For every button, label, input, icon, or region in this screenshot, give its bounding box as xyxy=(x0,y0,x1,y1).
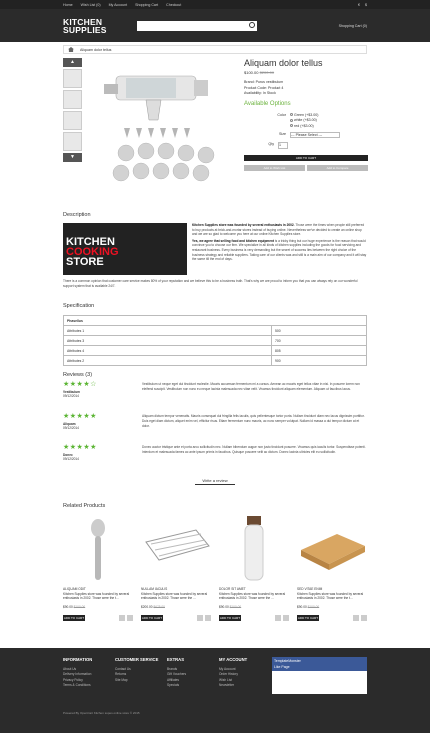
product-image[interactable] xyxy=(297,512,367,582)
review: ★★★★★ Aliquam 09/12/2014 Aliquam dictum t… xyxy=(63,413,367,430)
top-link-wishlist[interactable]: Wish List (0) xyxy=(81,3,101,7)
compare-icon[interactable] xyxy=(361,615,367,622)
thumbnail[interactable] xyxy=(63,111,82,130)
search-icon[interactable] xyxy=(248,21,255,28)
home-icon[interactable] xyxy=(68,47,74,52)
product-image[interactable] xyxy=(63,512,133,582)
size-select[interactable]: --- Please Select --- xyxy=(290,132,340,138)
spec-table: Phasellus Attributes 1 500 Attributes 3 70… xyxy=(63,315,367,366)
compare-icon[interactable] xyxy=(205,615,211,622)
footer-link[interactable]: Site Map xyxy=(115,678,158,684)
product-title: Aliquam dolor tellus xyxy=(244,58,323,68)
wishlist-icon[interactable] xyxy=(197,615,203,622)
options-title: Available Options xyxy=(244,100,291,107)
wishlist-icon[interactable] xyxy=(275,615,281,622)
cart-button[interactable]: Shopping Cart (0) xyxy=(339,24,367,28)
facebook-widget[interactable]: TemplateMonster Like Page xyxy=(272,657,367,694)
language-selector[interactable]: $ xyxy=(365,3,367,7)
add-to-cart-button[interactable]: ADD TO CART xyxy=(297,615,319,622)
size-option: Size --- Please Select --- xyxy=(244,132,368,138)
description-footer-text: There is a common opinion that customer … xyxy=(63,279,358,288)
related-product: SED VITAE ENIM Kitchen Supplies store was… xyxy=(297,512,367,622)
footer-column: INFORMATION About Us Delivery Informatio… xyxy=(63,657,93,689)
search-input[interactable] xyxy=(136,20,257,31)
related-product: NULLAM IACULIS Kitchen Supplies store was… xyxy=(141,512,211,622)
product-image[interactable] xyxy=(141,512,211,582)
qty-input[interactable]: 1 xyxy=(278,142,288,149)
footer-link[interactable]: Specials xyxy=(167,683,186,689)
radio-option[interactable]: red (+$3.00) xyxy=(290,124,318,130)
product-info: Aliquam dolor tellus $100.00 $200.00 Bra… xyxy=(244,58,368,171)
color-option: Color Green (+$3.00) white (+$3.00) red … xyxy=(277,112,319,130)
description-text: Kitchen Supplies store was founded by se… xyxy=(192,223,367,262)
footer-column: CUSTOMER SERVICE Contact Us Returns Site… xyxy=(115,657,159,684)
top-bar: Home Wish List (0) My Account Shopping C… xyxy=(0,0,430,9)
compare-button[interactable]: Add to Compare xyxy=(307,165,368,171)
thumbnail-list: ▲ ▼ xyxy=(63,58,82,164)
like-page-button[interactable]: Like Page xyxy=(274,665,365,669)
footer-link[interactable]: Delivery Information xyxy=(63,672,92,678)
add-to-cart-button[interactable]: ADD TO CART xyxy=(244,155,368,161)
spec-heading: Specification xyxy=(63,303,95,309)
product-availability: Availability: In Stock xyxy=(244,91,276,95)
compare-icon[interactable] xyxy=(127,615,133,622)
logo[interactable]: KITCHEN SUPPLIES xyxy=(63,17,107,34)
currency-selector[interactable]: € xyxy=(358,3,360,7)
description-image: KITCHEN COOKING STORE xyxy=(63,223,187,275)
product-main-image[interactable] xyxy=(86,58,236,198)
product-image[interactable] xyxy=(219,512,289,582)
wishlist-icon[interactable] xyxy=(119,615,125,622)
wishlist-button[interactable]: Add to Wish List xyxy=(244,165,305,171)
footer: INFORMATION About Us Delivery Informatio… xyxy=(0,648,430,733)
table-row: Attributes 1 500 xyxy=(63,325,367,336)
footer-link[interactable]: Terms & Conditions xyxy=(63,683,92,689)
footer-link[interactable]: Newsletter xyxy=(219,683,247,689)
spec-group: Phasellus xyxy=(63,315,367,326)
review: ★★★★★ Donec 09/12/2014 Donec auctor trist… xyxy=(63,444,366,461)
top-link-home[interactable]: Home xyxy=(63,3,73,7)
compare-icon[interactable] xyxy=(283,615,289,622)
header: KITCHEN SUPPLIES Shopping Cart (0) xyxy=(0,9,430,42)
thumbnail[interactable] xyxy=(63,132,82,151)
footer-link[interactable]: Gift Vouchers xyxy=(167,672,186,678)
related-product: ALIQUAM ODIT Kitchen Supplies store was f… xyxy=(63,512,133,622)
product-price: $100.00 $200.00 xyxy=(244,70,275,75)
table-row: Attributes 4 805 xyxy=(63,345,367,356)
write-review-button[interactable]: Write a review xyxy=(195,478,235,485)
chevron-up-icon[interactable]: ▲ xyxy=(63,58,82,67)
add-to-cart-button[interactable]: ADD TO CART xyxy=(141,615,163,622)
top-link-cart[interactable]: Shopping Cart xyxy=(135,3,158,7)
breadcrumb: Aliquam dolor tellus xyxy=(63,45,367,54)
footer-column: MY ACCOUNT My Account Order History Wish… xyxy=(219,657,248,689)
table-row: Attributes 2 900 xyxy=(63,355,367,366)
add-to-cart-button[interactable]: ADD TO CART xyxy=(63,615,85,622)
related-heading: Related Products xyxy=(63,503,106,509)
footer-column: EXTRAS Brands Gift Vouchers Affiliates S… xyxy=(167,657,187,689)
thumbnail[interactable] xyxy=(63,69,82,88)
description-heading: Description xyxy=(63,212,91,218)
copyright: Powered By OpenCart Kitchen supes online… xyxy=(63,711,140,715)
chevron-down-icon[interactable]: ▼ xyxy=(63,153,82,162)
related-product: DOLOR SIT AMET Kitchen Supplies store was… xyxy=(219,512,289,622)
top-link-account[interactable]: My Account xyxy=(109,3,128,7)
breadcrumb-current[interactable]: Aliquam dolor tellus xyxy=(80,48,111,52)
thumbnail[interactable] xyxy=(63,90,82,109)
reviews-heading: Reviews (3) xyxy=(63,372,93,378)
add-to-cart-button[interactable]: ADD TO CART xyxy=(219,615,241,622)
qty-option: Qty 1 xyxy=(244,142,368,149)
review: ★★★★☆ Vestibulum 09/12/2014 Vestibulum ut… xyxy=(63,381,367,398)
table-row: Attributes 3 700 xyxy=(63,335,367,346)
wishlist-icon[interactable] xyxy=(353,615,359,622)
top-link-checkout[interactable]: Checkout xyxy=(166,3,181,7)
